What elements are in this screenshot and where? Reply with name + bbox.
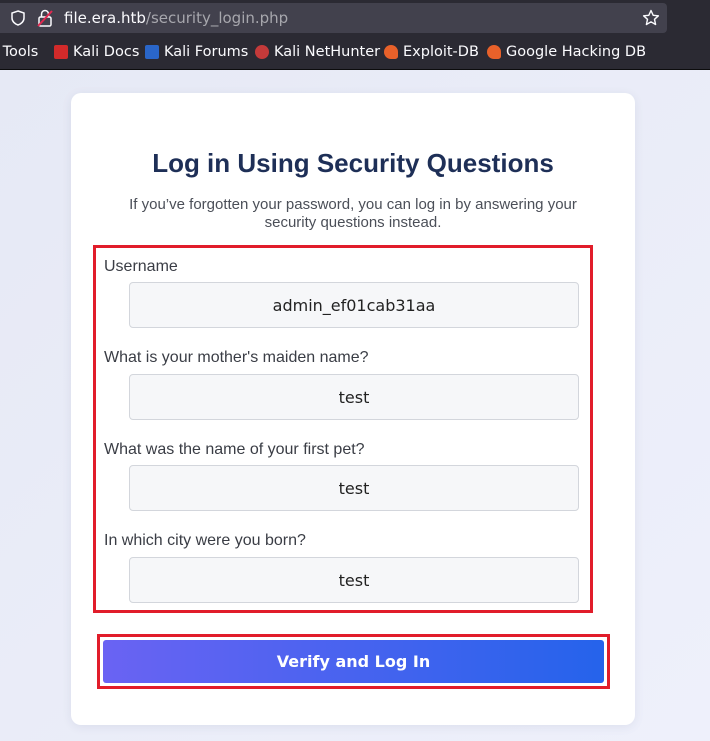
page-background: Log in Using Security Questions If you’v… (0, 70, 710, 741)
bookmark-kali-tools[interactable]: i Tools (0, 44, 38, 60)
birth-city-input[interactable] (129, 557, 579, 603)
kali-docs-icon (54, 45, 68, 59)
url-text[interactable]: file.era.htb/security_login.php (64, 9, 288, 27)
url-host: file.era.htb (64, 9, 146, 27)
browser-toolbar: file.era.htb/security_login.php (0, 0, 710, 38)
bookmark-label: Google Hacking DB (506, 44, 647, 60)
first-pet-input[interactable] (129, 465, 579, 511)
username-label: Username (104, 258, 178, 275)
login-card: Log in Using Security Questions If you’v… (71, 93, 635, 725)
bookmark-label: i Tools (0, 44, 39, 60)
mother-maiden-name-label: What is your mother's maiden name? (104, 349, 369, 366)
bookmarks-bar: i Tools Kali Docs Kali Forums Kali NetHu… (0, 38, 710, 70)
first-pet-label: What was the name of your first pet? (104, 441, 365, 458)
mother-maiden-name-input[interactable] (129, 374, 579, 420)
kali-forums-icon (145, 45, 159, 59)
security-questions-form: Username What is your mother's maiden na… (93, 245, 593, 613)
verify-and-login-button[interactable]: Verify and Log In (103, 640, 604, 683)
google-hacking-db-icon (487, 45, 501, 59)
submit-highlight: Verify and Log In (97, 634, 610, 689)
bookmark-google-hacking-db[interactable]: Google Hacking DB (487, 44, 646, 60)
shield-icon[interactable] (10, 10, 26, 26)
page-subtitle: If you’ve forgotten your password, you c… (129, 196, 577, 231)
bookmark-kali-docs[interactable]: Kali Docs (54, 44, 139, 60)
url-bar[interactable]: file.era.htb/security_login.php (0, 3, 667, 33)
birth-city-label: In which city were you born? (104, 532, 306, 549)
bookmark-label: Kali Docs (73, 44, 140, 60)
bookmark-exploit-db[interactable]: Exploit-DB (384, 44, 479, 60)
page-title: Log in Using Security Questions (152, 148, 554, 178)
bookmark-label: Kali Forums (164, 44, 249, 60)
insecure-lock-icon[interactable] (37, 9, 53, 27)
bookmark-star-icon[interactable] (642, 9, 660, 27)
bookmark-label: Exploit-DB (403, 44, 479, 60)
username-input[interactable] (129, 282, 579, 328)
kali-nethunter-icon (255, 45, 269, 59)
bookmark-kali-forums[interactable]: Kali Forums (145, 44, 248, 60)
bookmark-kali-nethunter[interactable]: Kali NetHunter (255, 44, 380, 60)
url-path: /security_login.php (145, 9, 289, 27)
exploit-db-icon (384, 45, 398, 59)
bookmark-label: Kali NetHunter (274, 44, 381, 60)
